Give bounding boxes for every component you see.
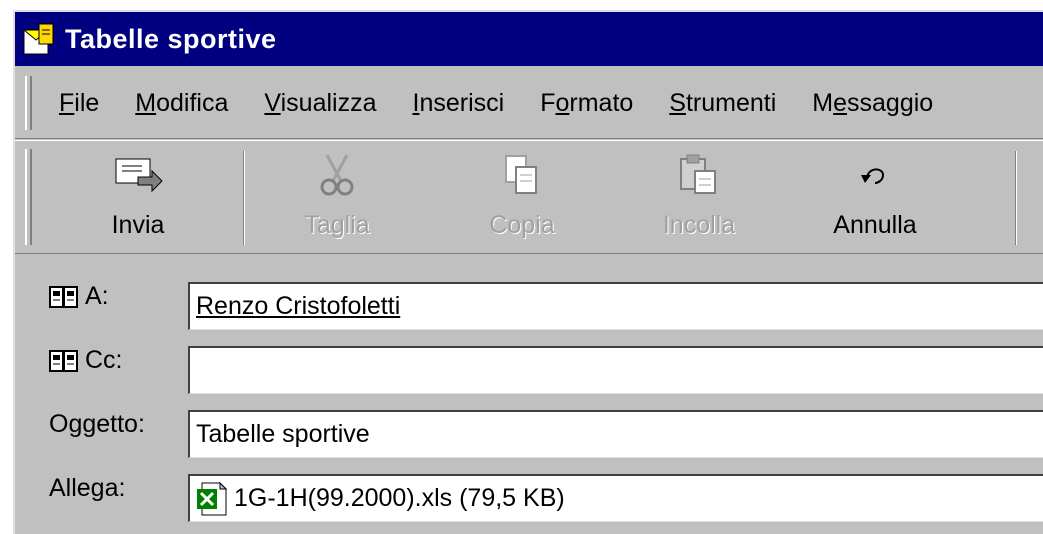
copy-icon	[505, 155, 537, 194]
copy-button[interactable]: Copia	[447, 141, 597, 251]
copy-label: Copia	[489, 211, 555, 239]
excel-file-icon[interactable]	[196, 481, 230, 517]
window-title: Tabelle sportive	[65, 23, 277, 54]
undo-icon	[861, 168, 885, 184]
undo-button[interactable]: Annulla	[800, 141, 950, 251]
address-book-icon[interactable]	[49, 348, 79, 374]
menu-item-messaggio[interactable]: Messaggio	[812, 89, 933, 118]
subject-field[interactable]: Tabelle sportive	[188, 410, 1043, 458]
menubar-grip[interactable]	[25, 76, 32, 130]
subject-row: Oggetto: Tabelle sportive	[15, 402, 1043, 458]
cc-label-wrap[interactable]: Cc:	[49, 346, 123, 375]
cc-row: Cc:	[15, 338, 1043, 394]
send-button[interactable]: Invia	[63, 141, 213, 251]
to-label: A:	[85, 282, 109, 310]
paste-button[interactable]: Incolla	[624, 141, 774, 251]
menu-item-strumenti[interactable]: Strumenti	[669, 89, 776, 118]
menu-item-formato[interactable]: Formato	[540, 89, 633, 118]
to-label-wrap[interactable]: A:	[49, 282, 109, 311]
attachment-name[interactable]: 1G-1H(99.2000).xls (79,5 KB)	[234, 484, 565, 513]
attach-field[interactable]: 1G-1H(99.2000).xls (79,5 KB)	[188, 474, 1043, 522]
undo-label: Annulla	[833, 211, 917, 239]
toolbar: Invia Taglia Copia Incolla Annulla	[15, 140, 1043, 254]
paste-label: Incolla	[662, 211, 736, 239]
cc-field[interactable]	[188, 346, 1043, 394]
compose-window: Tabelle sportive File Modifica Visualizza I…	[13, 10, 1043, 534]
toolbar-grip[interactable]	[25, 149, 32, 245]
to-field[interactable]: Renzo Cristofoletti	[188, 282, 1043, 330]
toolbar-separator	[243, 151, 245, 245]
header-fields: A: Renzo Cristofoletti Cc: Oggetto: Tabe…	[15, 254, 1043, 534]
address-book-icon[interactable]	[49, 284, 79, 310]
send-icon	[115, 158, 163, 193]
menu-item-visualizza[interactable]: Visualizza	[264, 89, 376, 118]
toolbar-separator	[1015, 151, 1017, 245]
subject-label: Oggetto:	[49, 410, 145, 438]
menu-item-inserisci[interactable]: Inserisci	[413, 89, 505, 118]
title-bar[interactable]: Tabelle sportive	[15, 12, 1043, 66]
message-envelope-icon[interactable]	[21, 20, 59, 58]
recipient-name[interactable]: Renzo Cristofoletti	[196, 292, 400, 321]
cut-button[interactable]: Taglia	[262, 141, 412, 251]
cut-label: Taglia	[304, 211, 370, 239]
attach-label: Allega:	[49, 474, 126, 502]
menu-bar: File Modifica Visualizza Inserisci Formato St…	[15, 68, 1043, 139]
to-row: A: Renzo Cristofoletti	[15, 274, 1043, 330]
send-label: Invia	[111, 211, 165, 239]
attach-row: Allega: 1G-1H(99.2000).xls (79,5 KB)	[15, 466, 1043, 522]
subject-value: Tabelle sportive	[196, 420, 370, 448]
paste-icon	[680, 154, 716, 194]
menu-item-file[interactable]: File	[59, 89, 99, 118]
cc-label: Cc:	[85, 346, 123, 374]
menu-item-modifica[interactable]: Modifica	[135, 89, 228, 118]
scissors-icon	[320, 154, 354, 196]
